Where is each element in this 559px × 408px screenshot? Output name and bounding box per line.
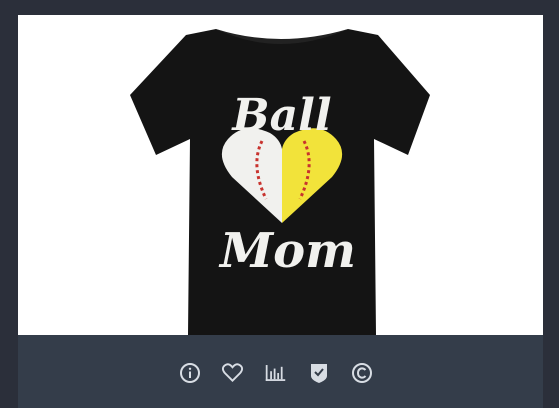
stats-button[interactable]	[264, 362, 287, 385]
right-gutter	[543, 15, 559, 408]
toolbar-icons	[178, 361, 373, 385]
copyright-button[interactable]	[350, 362, 373, 385]
top-strip	[0, 0, 559, 15]
product-card: Ball Mom	[18, 15, 543, 408]
heart-icon	[221, 363, 244, 383]
bar-chart-icon	[265, 365, 286, 381]
shirt-text-top: Ball	[230, 90, 331, 141]
info-button[interactable]	[178, 362, 201, 385]
info-icon	[179, 363, 200, 383]
copyright-icon	[351, 363, 372, 383]
action-toolbar	[18, 335, 543, 408]
shield-check-icon	[310, 364, 327, 383]
left-gutter	[0, 15, 18, 408]
favorite-button[interactable]	[221, 362, 244, 385]
tshirt-graphic: Ball Mom	[130, 29, 430, 335]
shirt-text-bottom: Mom	[218, 223, 356, 279]
verified-button[interactable]	[307, 362, 330, 385]
product-image[interactable]: Ball Mom	[18, 15, 543, 335]
